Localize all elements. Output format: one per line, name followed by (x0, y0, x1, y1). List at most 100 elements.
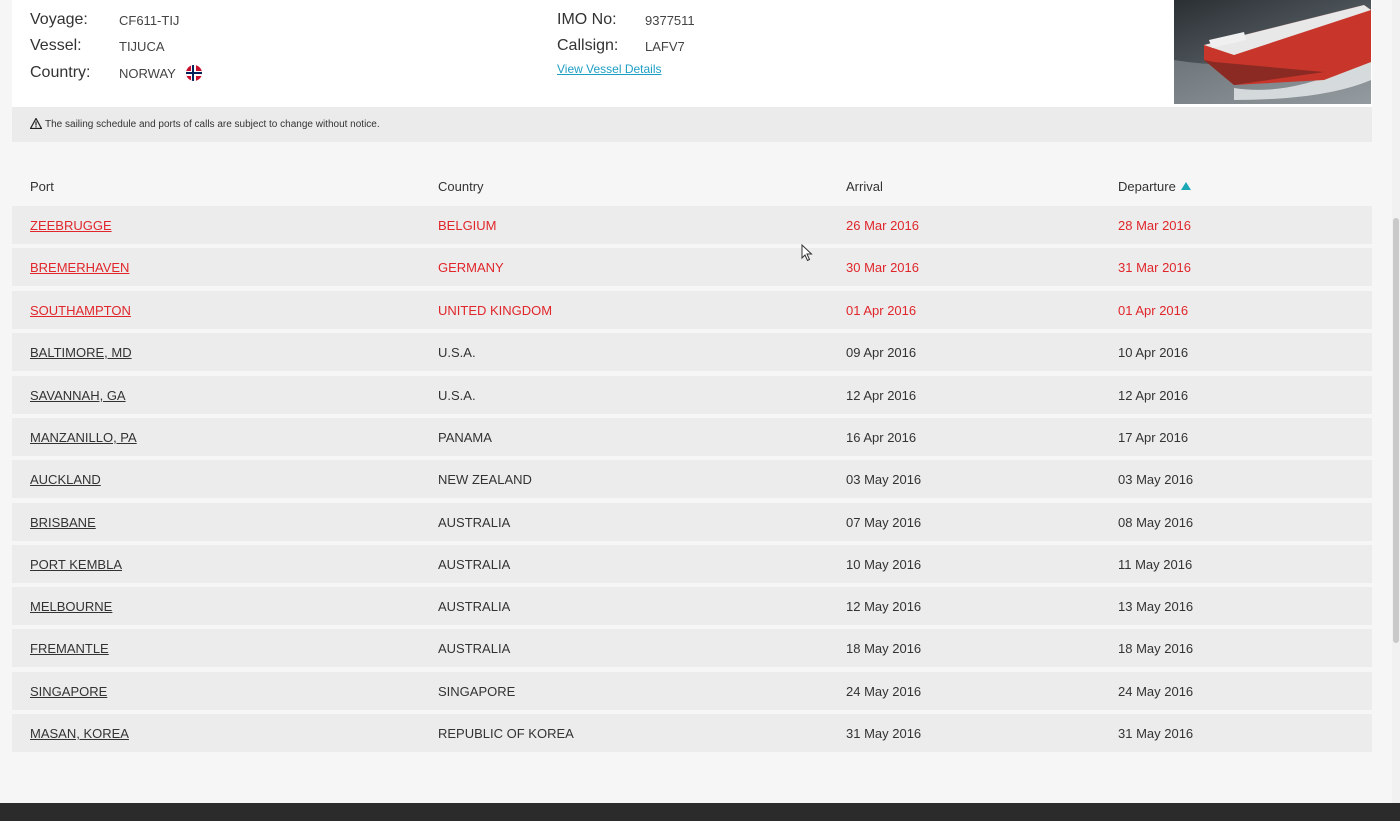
arrival-column-header[interactable]: Arrival (846, 179, 883, 194)
port-link[interactable]: MASAN, KOREA (30, 726, 129, 741)
vertical-scrollbar[interactable] (1392, 0, 1400, 803)
country-column-header[interactable]: Country (438, 179, 484, 194)
departure-cell: 01 Apr 2016 (1118, 303, 1189, 318)
departure-cell: 24 May 2016 (1118, 684, 1194, 699)
port-link[interactable]: FREMANTLE (30, 641, 109, 656)
table-row: MASAN, KOREA REPUBLIC OF KOREA 31 May 2016… (12, 714, 1372, 752)
schedule-notice: The sailing schedule and ports of calls … (12, 107, 1372, 142)
vessel-row: Vessel: (30, 35, 82, 57)
departure-cell: 10 Apr 2016 (1118, 345, 1189, 360)
country-label: Country: (30, 64, 91, 81)
country-row: Country: (30, 62, 90, 84)
arrival-cell: 12 May 2016 (846, 599, 922, 614)
callsign-label: Callsign: (557, 37, 619, 54)
imo-row: IMO No: (557, 9, 617, 31)
port-column-header[interactable]: Port (30, 179, 54, 194)
voyage-value: CF611-TIJ (119, 13, 180, 28)
table-row: SAVANNAH, GA U.S.A. 12 Apr 2016 12 Apr 2016 (12, 376, 1372, 414)
vessel-label: Vessel: (30, 37, 82, 54)
warning-icon (29, 116, 43, 132)
table-row: BRISBANE AUSTRALIA 07 May 2016 08 May 2016 (12, 503, 1372, 541)
country-cell: AUSTRALIA (438, 515, 511, 530)
table-row: FREMANTLE AUSTRALIA 18 May 2016 18 May 2016 (12, 629, 1372, 667)
imo-label: IMO No: (557, 11, 617, 28)
table-row: BALTIMORE, MD U.S.A. 09 Apr 2016 10 Apr 201… (12, 333, 1372, 371)
callsign-value: LAFV7 (645, 39, 685, 54)
voyage-label: Voyage: (30, 11, 88, 28)
port-link[interactable]: BALTIMORE, MD (30, 345, 132, 360)
arrival-cell: 09 Apr 2016 (846, 345, 917, 360)
port-link[interactable]: MANZANILLO, PA (30, 430, 137, 445)
arrival-cell: 18 May 2016 (846, 641, 922, 656)
arrival-cell: 16 Apr 2016 (846, 430, 917, 445)
vessel-info-card: Voyage: CF611-TIJ Vessel: TIJUCA Country… (12, 0, 1372, 107)
country-cell: AUSTRALIA (438, 557, 511, 572)
port-link[interactable]: AUCKLAND (30, 472, 101, 487)
callsign-row: Callsign: (557, 35, 618, 57)
notice-text: The sailing schedule and ports of calls … (45, 119, 380, 130)
voyage-row: Voyage: (30, 9, 88, 31)
arrival-cell: 03 May 2016 (846, 472, 922, 487)
port-link[interactable]: SOUTHAMPTON (30, 303, 131, 318)
country-cell: UNITED KINGDOM (438, 303, 553, 318)
page-footer (0, 803, 1400, 821)
arrival-cell: 24 May 2016 (846, 684, 922, 699)
port-link[interactable]: ZEEBRUGGE (30, 218, 112, 233)
arrival-cell: 01 Apr 2016 (846, 303, 917, 318)
vessel-photo-graphic (1174, 5, 1371, 104)
departure-cell: 17 Apr 2016 (1118, 430, 1189, 445)
scrollbar-thumb[interactable] (1393, 218, 1399, 643)
table-row: MANZANILLO, PA PANAMA 16 Apr 2016 17 Apr 20… (12, 418, 1372, 456)
table-row: SINGAPORE SINGAPORE 24 May 2016 24 May 2016 (12, 672, 1372, 710)
departure-column-header-group[interactable]: Departure (1118, 179, 1191, 194)
arrival-cell: 31 May 2016 (846, 726, 922, 741)
port-link[interactable]: SINGAPORE (30, 684, 107, 699)
departure-cell: 31 May 2016 (1118, 726, 1194, 741)
departure-cell: 03 May 2016 (1118, 472, 1194, 487)
departure-cell: 18 May 2016 (1118, 641, 1194, 656)
table-row: MELBOURNE AUSTRALIA 12 May 2016 13 May 2016 (12, 587, 1372, 625)
country-cell: U.S.A. (438, 345, 476, 360)
table-row: AUCKLAND NEW ZEALAND 03 May 2016 03 May 201… (12, 460, 1372, 498)
port-link[interactable]: BRISBANE (30, 515, 96, 530)
arrival-cell: 07 May 2016 (846, 515, 922, 530)
table-row: PORT KEMBLA AUSTRALIA 10 May 2016 11 May 20… (12, 545, 1372, 583)
table-row: ZEEBRUGGE BELGIUM 26 Mar 2016 28 Mar 2016 (12, 206, 1372, 244)
country-cell: BELGIUM (438, 218, 497, 233)
port-link[interactable]: SAVANNAH, GA (30, 388, 126, 403)
departure-cell: 11 May 2016 (1118, 557, 1193, 572)
country-value: NORWAY (119, 65, 176, 81)
country-cell: NEW ZEALAND (438, 472, 532, 487)
country-cell: GERMANY (438, 260, 504, 275)
vessel-value: TIJUCA (119, 39, 165, 54)
departure-cell: 31 Mar 2016 (1118, 260, 1191, 275)
departure-cell: 08 May 2016 (1118, 515, 1194, 530)
country-cell: SINGAPORE (438, 684, 516, 699)
schedule-table-header: Port Country Arrival Departure (12, 176, 1372, 198)
port-link[interactable]: MELBOURNE (30, 599, 112, 614)
country-value-group: NORWAY (119, 65, 202, 81)
arrival-cell: 12 Apr 2016 (846, 388, 917, 403)
arrival-cell: 30 Mar 2016 (846, 260, 919, 275)
arrival-cell: 10 May 2016 (846, 557, 922, 572)
port-link[interactable]: PORT KEMBLA (30, 557, 122, 572)
table-row: BREMERHAVEN GERMANY 30 Mar 2016 31 Mar 2016 (12, 248, 1372, 286)
vessel-photo (1174, 0, 1371, 104)
country-cell: PANAMA (438, 430, 492, 445)
arrival-cell: 26 Mar 2016 (846, 218, 919, 233)
country-cell: REPUBLIC OF KOREA (438, 726, 574, 741)
sort-ascending-icon[interactable] (1180, 182, 1191, 190)
imo-value: 9377511 (645, 13, 695, 28)
country-cell: AUSTRALIA (438, 599, 511, 614)
departure-cell: 28 Mar 2016 (1118, 218, 1191, 233)
view-vessel-details-link[interactable]: View Vessel Details (557, 62, 662, 76)
country-cell: U.S.A. (438, 388, 476, 403)
table-row: SOUTHAMPTON UNITED KINGDOM 01 Apr 2016 01 A… (12, 291, 1372, 329)
country-cell: AUSTRALIA (438, 641, 511, 656)
departure-column-header[interactable]: Departure (1118, 179, 1176, 194)
mouse-cursor-icon (801, 243, 813, 267)
port-link[interactable]: BREMERHAVEN (30, 260, 129, 275)
departure-cell: 13 May 2016 (1118, 599, 1194, 614)
departure-cell: 12 Apr 2016 (1118, 388, 1189, 403)
norway-flag-icon (185, 65, 202, 81)
